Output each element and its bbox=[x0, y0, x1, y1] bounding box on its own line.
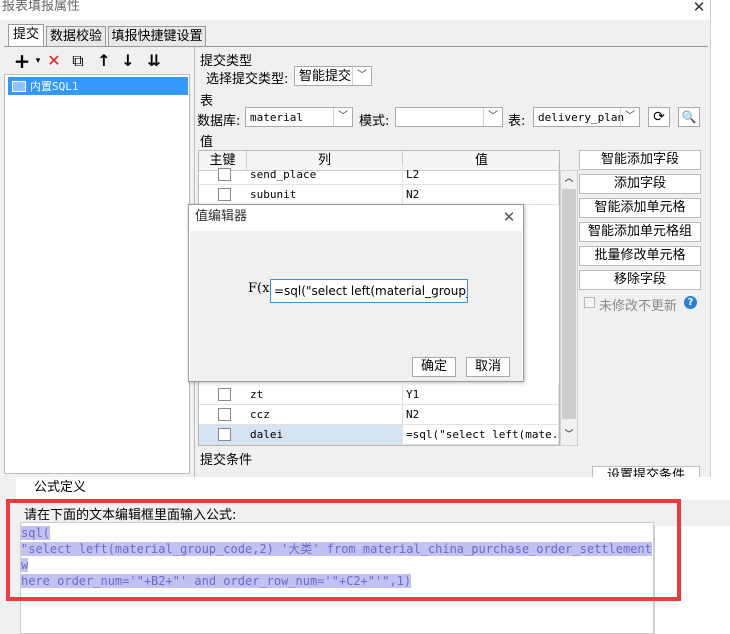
table-row[interactable]: send_place L2 bbox=[199, 165, 559, 185]
chevron-up-icon[interactable]: ︿ bbox=[563, 171, 575, 187]
chevron-down-icon: ﹀ bbox=[620, 108, 639, 126]
preview-icon[interactable]: 🔍 bbox=[678, 107, 700, 127]
chevron-down-icon: ﹀ bbox=[333, 108, 352, 126]
move-up-icon[interactable]: ↑ bbox=[94, 51, 114, 71]
column-cell: dalei bbox=[247, 425, 403, 444]
tab-submit[interactable]: 提交 bbox=[8, 24, 44, 47]
move-down-icon[interactable]: ↓ bbox=[118, 51, 138, 71]
batch-modify-cells-button[interactable]: 批量修改单元格 bbox=[579, 246, 701, 266]
window-title: 报表填报属性 bbox=[0, 0, 710, 20]
refresh-icon[interactable]: ⟳ bbox=[648, 107, 670, 127]
value-cell[interactable]: L2 bbox=[403, 165, 559, 184]
submit-type-select[interactable]: 智能提交 ﹀ bbox=[294, 66, 372, 86]
formula-window-title: 公式定义 bbox=[16, 477, 730, 499]
table-row[interactable]: zt Y1 bbox=[199, 385, 559, 405]
tab-shortcut-settings[interactable]: 填报快捷键设置 bbox=[108, 26, 206, 47]
schema-select[interactable]: ﹀ bbox=[395, 107, 503, 127]
smart-add-field-button[interactable]: 智能添加字段 bbox=[579, 150, 701, 170]
value-cell[interactable]: =sql("select left(mate... bbox=[403, 425, 559, 444]
delete-icon[interactable]: ✕ bbox=[44, 51, 64, 71]
submit-condition-section: 提交条件 bbox=[200, 453, 253, 468]
remove-field-button[interactable]: 移除字段 bbox=[579, 270, 701, 290]
dialog-title: 值编辑器 bbox=[195, 209, 248, 224]
database-value: material bbox=[250, 111, 303, 124]
chevron-down-icon: ﹀ bbox=[483, 108, 502, 126]
smart-add-cell-group-button[interactable]: 智能添加单元格组 bbox=[579, 222, 701, 242]
table-label: 表: bbox=[508, 114, 526, 129]
smart-add-cell-button[interactable]: 智能添加单元格 bbox=[579, 198, 701, 218]
table-icon bbox=[12, 81, 26, 92]
value-editor-dialog: 值编辑器 ✕ F(x) =sql("select left(material_g… bbox=[188, 204, 524, 382]
value-cell[interactable]: N2 bbox=[403, 405, 559, 424]
column-cell: ccz bbox=[247, 405, 403, 424]
tab-data-validation[interactable]: 数据校验 bbox=[46, 26, 106, 47]
value-cell[interactable]: Y1 bbox=[403, 385, 559, 404]
column-cell: send_place bbox=[247, 165, 403, 184]
key-checkbox[interactable] bbox=[218, 388, 231, 401]
database-label: 数据库: bbox=[197, 114, 241, 129]
dialog-body: F(x) =sql("select left(material_group_co… bbox=[190, 231, 522, 381]
table-value: delivery_plan bbox=[538, 111, 625, 124]
left-toolbar: + ▾ ✕ ⧉ ↑ ↓ ⇊ bbox=[4, 48, 188, 74]
key-checkbox[interactable] bbox=[218, 408, 231, 421]
no-change-checkbox[interactable] bbox=[584, 297, 595, 308]
list-item-sql1[interactable]: 内置SQL1 bbox=[8, 77, 188, 95]
schema-label: 模式: bbox=[359, 114, 390, 129]
chevron-down-icon[interactable]: ﹀ bbox=[563, 427, 575, 443]
ok-button[interactable]: 确定 bbox=[412, 357, 456, 377]
set-submit-condition-button[interactable]: 设置提交条件 bbox=[592, 466, 700, 477]
add-field-button[interactable]: 添加字段 bbox=[579, 174, 701, 194]
sql-list: 内置SQL1 bbox=[4, 74, 190, 474]
copy-icon[interactable]: ⧉ bbox=[68, 51, 88, 71]
sort-icon[interactable]: ⇊ bbox=[144, 51, 164, 71]
table-row-selected[interactable]: dalei =sql("select left(mate... bbox=[199, 425, 559, 445]
table-section: 表 bbox=[200, 94, 214, 109]
table-select[interactable]: delivery_plan ﹀ bbox=[533, 107, 640, 127]
no-change-label: 未修改不更新 bbox=[599, 299, 678, 314]
submit-type-section: 提交类型 bbox=[200, 54, 253, 69]
value-cell[interactable]: N2 bbox=[403, 185, 559, 204]
column-cell: zt bbox=[247, 385, 403, 404]
submit-type-value: 智能提交 bbox=[299, 69, 352, 84]
grid-scrollbar[interactable]: ︿ ﹀ bbox=[560, 170, 578, 446]
table-row[interactable]: subunit N2 bbox=[199, 185, 559, 205]
key-checkbox[interactable] bbox=[218, 188, 231, 201]
submit-type-label: 选择提交类型: bbox=[206, 72, 289, 87]
value-input[interactable]: =sql("select left(material_group_co bbox=[270, 279, 468, 303]
key-checkbox[interactable] bbox=[218, 428, 231, 441]
values-section: 值 bbox=[200, 135, 214, 150]
chevron-down-icon: ﹀ bbox=[352, 67, 371, 85]
cancel-button[interactable]: 取消 bbox=[466, 357, 510, 377]
scrollbar-thumb[interactable] bbox=[562, 189, 576, 419]
key-checkbox[interactable] bbox=[218, 168, 231, 181]
formula-icon[interactable]: F(x) bbox=[248, 281, 275, 303]
database-select[interactable]: material ﹀ bbox=[245, 107, 353, 127]
close-icon[interactable]: ✕ bbox=[499, 207, 519, 227]
column-cell: subunit bbox=[247, 185, 403, 204]
close-icon[interactable]: ✕ bbox=[688, 0, 710, 16]
list-item-label: 内置SQL1 bbox=[30, 80, 79, 93]
table-row[interactable]: ccz N2 bbox=[199, 405, 559, 425]
highlight-frame bbox=[6, 499, 681, 601]
help-icon[interactable]: ? bbox=[684, 296, 697, 309]
